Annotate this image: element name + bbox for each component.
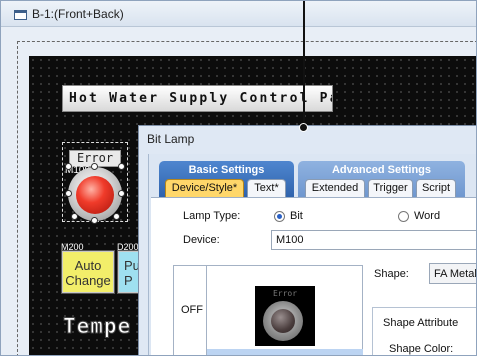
- shape-color-label: Shape Color:: [389, 343, 454, 355]
- preview-divider: [206, 265, 207, 355]
- resize-handle-right[interactable]: [118, 190, 125, 197]
- lamp-type-bit-label[interactable]: Bit: [290, 210, 303, 222]
- switch-label-line1: Auto: [74, 258, 102, 273]
- auto-change-switch[interactable]: Auto Change: [61, 250, 115, 294]
- resize-handle-left[interactable]: [65, 190, 72, 197]
- dialog-title: Bit Lamp: [147, 132, 195, 146]
- shape-selector[interactable]: FA Metal: [429, 263, 476, 284]
- state-off-label: OFF: [181, 304, 203, 316]
- resize-handle-bottom-left[interactable]: [71, 213, 78, 220]
- device-label: Device:: [183, 234, 220, 246]
- bit-lamp-object[interactable]: [76, 176, 114, 214]
- lamp-type-word-label[interactable]: Word: [414, 210, 440, 222]
- pointer-callout-dot: [299, 123, 308, 132]
- shape-attribute-title: Shape Attribute: [383, 317, 459, 329]
- resize-handle-top-right[interactable]: [118, 163, 125, 170]
- device-input[interactable]: M100: [271, 230, 476, 250]
- shape-label: Shape:: [374, 268, 409, 280]
- advanced-settings-label: Advanced Settings: [331, 164, 432, 176]
- screen-editor-window: B-1:(Front+Back) Hot Water Supply Contro…: [0, 0, 477, 356]
- resize-handle-bottom[interactable]: [91, 217, 98, 224]
- pointer-callout-line: [303, 1, 305, 125]
- window-icon: [14, 10, 27, 20]
- resize-handle-bottom-right[interactable]: [113, 213, 120, 220]
- tab-trigger[interactable]: Trigger: [368, 179, 413, 197]
- resize-handle-top-left[interactable]: [65, 163, 72, 170]
- resize-handle-top[interactable]: [91, 163, 98, 170]
- window-title: B-1:(Front+Back): [32, 7, 124, 21]
- window-title-bar: B-1:(Front+Back): [1, 1, 476, 27]
- switch-label-line2: Change: [65, 273, 111, 288]
- lamp-type-word-radio[interactable]: [398, 211, 409, 222]
- preview-lamp-text: Error: [272, 289, 298, 298]
- panel-title-text-object[interactable]: Hot Water Supply Control Panel: [62, 85, 333, 112]
- tab-script[interactable]: Script: [416, 179, 456, 197]
- lamp-type-bit-radio[interactable]: [274, 211, 285, 222]
- basic-settings-label: Basic Settings: [188, 164, 265, 176]
- preview-next-row[interactable]: [207, 349, 363, 355]
- tab-text[interactable]: Text*: [247, 179, 286, 197]
- lamp-type-label: Lamp Type:: [183, 210, 241, 222]
- tab-device-style[interactable]: Device/Style*: [165, 179, 244, 197]
- tab-extended[interactable]: Extended: [305, 179, 365, 197]
- temperature-text-object[interactable]: Tempe: [62, 314, 131, 339]
- preview-lamp-core: [271, 309, 295, 333]
